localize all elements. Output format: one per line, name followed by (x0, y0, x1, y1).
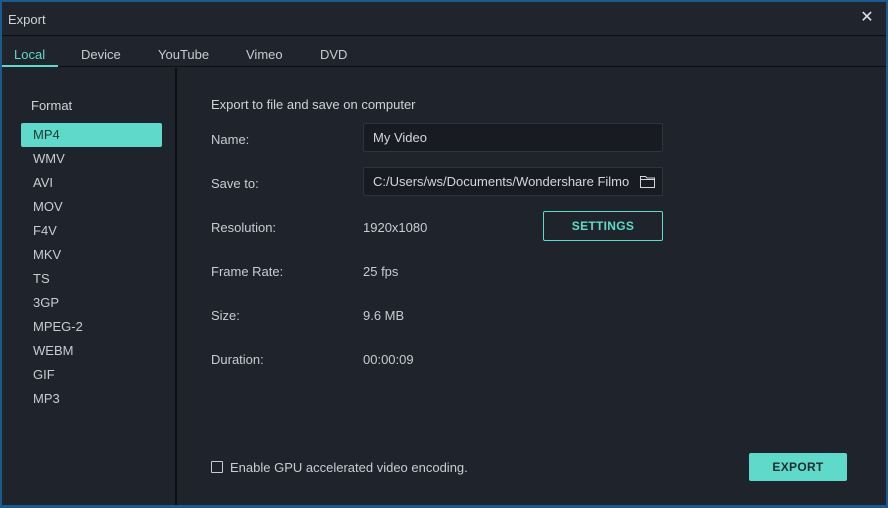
resolution-label: Resolution: (211, 220, 277, 235)
save-to-input[interactable]: C:/Users/ws/Documents/Wondershare Filmo (363, 167, 663, 196)
format-item-ts[interactable]: TS (21, 267, 162, 291)
resolution-value: 1920x1080 (363, 220, 428, 235)
active-tab-indicator (2, 65, 58, 67)
window-title: Export (8, 12, 46, 27)
title-bar: Export ✕ (2, 2, 886, 36)
tab-vimeo[interactable]: Vimeo (246, 47, 283, 62)
name-input[interactable]: My Video (363, 123, 663, 152)
tab-device[interactable]: Device (81, 47, 121, 62)
format-item-f4v[interactable]: F4V (21, 219, 162, 243)
gpu-encoding-option[interactable]: Enable GPU accelerated video encoding. (211, 459, 468, 475)
tab-bar: Local Device YouTube Vimeo DVD (2, 37, 886, 67)
format-item-mpeg2[interactable]: MPEG-2 (21, 315, 162, 339)
format-sidebar: Format MP4 WMV AVI MOV F4V MKV TS 3GP MP… (2, 68, 177, 505)
format-item-gif[interactable]: GIF (21, 363, 162, 387)
export-dialog: Export ✕ Local Device YouTube Vimeo DVD … (0, 0, 888, 508)
format-item-mkv[interactable]: MKV (21, 243, 162, 267)
export-button[interactable]: EXPORT (749, 453, 847, 481)
format-item-mp4[interactable]: MP4 (21, 123, 162, 147)
gpu-encoding-label: Enable GPU accelerated video encoding. (230, 459, 468, 475)
format-heading: Format (31, 98, 73, 113)
frame-rate-value: 25 fps (363, 264, 399, 279)
format-list: MP4 WMV AVI MOV F4V MKV TS 3GP MPEG-2 WE… (21, 123, 162, 411)
format-item-3gp[interactable]: 3GP (21, 291, 162, 315)
frame-rate-label: Frame Rate: (211, 264, 284, 279)
panel-heading: Export to file and save on computer (211, 97, 416, 112)
name-label: Name: (211, 132, 250, 147)
format-item-avi[interactable]: AVI (21, 171, 162, 195)
gpu-encoding-checkbox[interactable] (211, 461, 223, 473)
format-item-webm[interactable]: WEBM (21, 339, 162, 363)
duration-value: 00:00:09 (363, 352, 414, 367)
format-item-wmv[interactable]: WMV (21, 147, 162, 171)
format-item-mov[interactable]: MOV (21, 195, 162, 219)
tab-local[interactable]: Local (14, 47, 45, 62)
folder-icon[interactable] (640, 175, 655, 188)
save-to-path: C:/Users/ws/Documents/Wondershare Filmo (373, 174, 630, 189)
tab-youtube[interactable]: YouTube (158, 47, 209, 62)
close-icon[interactable]: ✕ (858, 9, 876, 27)
duration-label: Duration: (211, 352, 264, 367)
format-item-mp3[interactable]: MP3 (21, 387, 162, 411)
export-settings-panel: Export to file and save on computer Name… (179, 68, 886, 505)
size-value: 9.6 MB (363, 308, 405, 323)
settings-button[interactable]: SETTINGS (543, 211, 663, 241)
size-label: Size: (211, 308, 240, 323)
save-to-label: Save to: (211, 176, 259, 191)
tab-dvd[interactable]: DVD (320, 47, 347, 62)
